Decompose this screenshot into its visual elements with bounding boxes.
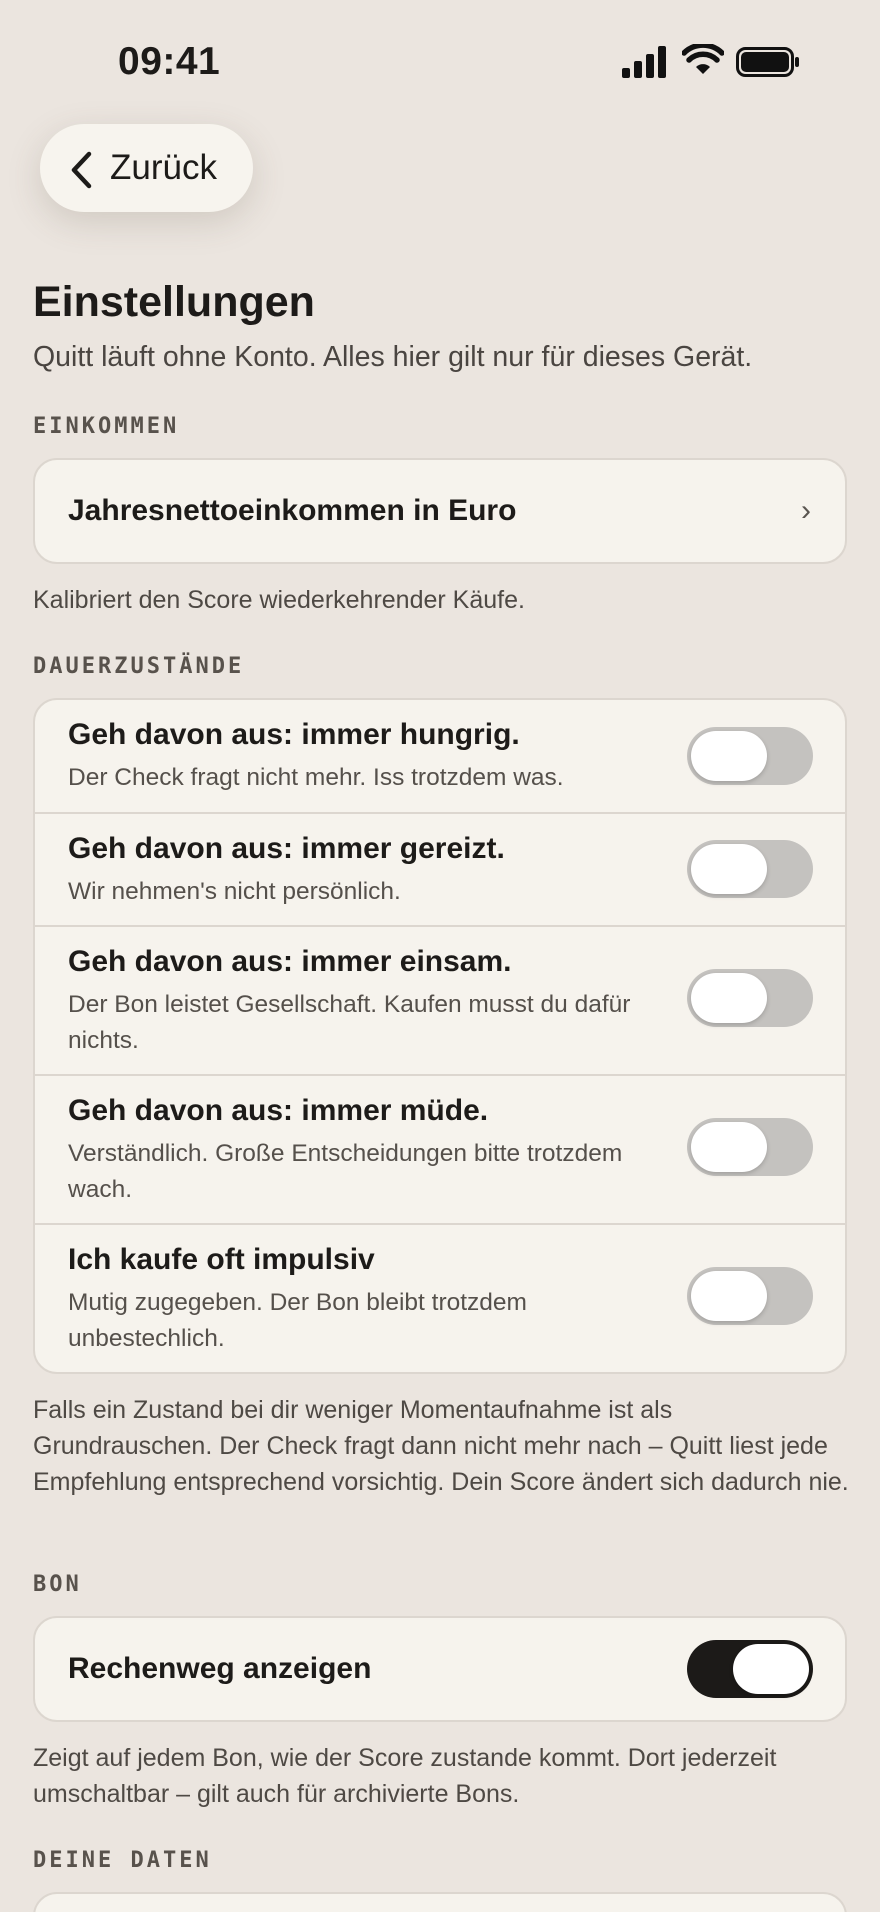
receipt-helper: Zeigt auf jedem Bon, wie der Score zusta… — [33, 1744, 777, 1808]
state-row-impulsive[interactable]: Ich kaufe oft impulsiv Mutig zugegeben. … — [35, 1223, 845, 1372]
states-helper: Falls ein Zustand bei dir weniger Moment… — [33, 1396, 849, 1496]
section-label-data: DEINE DATEN — [33, 1848, 212, 1873]
state-desc: Mutig zugegeben. Der Bon bleibt trotzdem… — [68, 1289, 527, 1352]
state-row-hungry[interactable]: Geh davon aus: immer hungrig. Der Check … — [35, 700, 845, 812]
page-title: Einstellungen — [33, 278, 315, 326]
state-row-tired[interactable]: Geh davon aus: immer müde. Verständlich.… — [35, 1074, 845, 1223]
states-card: Geh davon aus: immer hungrig. Der Check … — [33, 698, 847, 1374]
state-toggle-irritated[interactable] — [687, 840, 813, 898]
status-bar: 09:41 — [0, 0, 880, 130]
receipt-row[interactable]: Rechenweg anzeigen — [35, 1618, 845, 1720]
chevron-left-icon — [71, 151, 92, 189]
state-title: Ich kaufe oft impulsiv — [68, 1243, 375, 1276]
toggle-knob — [691, 731, 767, 781]
data-card — [33, 1892, 847, 1912]
section-label-receipt: BON — [33, 1572, 82, 1597]
state-title: Geh davon aus: immer müde. — [68, 1094, 489, 1127]
state-desc: Der Bon leistet Gesellschaft. Kaufen mus… — [68, 991, 631, 1054]
receipt-row-label: Rechenweg anzeigen — [68, 1652, 372, 1685]
state-row-lonely[interactable]: Geh davon aus: immer einsam. Der Bon lei… — [35, 925, 845, 1074]
state-toggle-tired[interactable] — [687, 1118, 813, 1176]
income-helper: Kalibriert den Score wiederkehrender Käu… — [33, 586, 525, 614]
state-desc: Verständlich. Große Entscheidungen bitte… — [68, 1140, 623, 1203]
state-toggle-lonely[interactable] — [687, 969, 813, 1027]
battery-icon — [736, 47, 799, 77]
section-label-income: EINKOMMEN — [33, 414, 180, 439]
section-label-states: DAUERZUSTÄNDE — [33, 654, 245, 679]
cellular-signal-icon — [622, 46, 666, 78]
toggle-knob — [691, 973, 767, 1023]
income-row[interactable]: Jahresnettoeinkommen in Euro › — [35, 460, 845, 562]
state-title: Geh davon aus: immer einsam. — [68, 945, 512, 978]
state-row-irritated[interactable]: Geh davon aus: immer gereizt. Wir nehmen… — [35, 812, 845, 925]
page-subtitle: Quitt läuft ohne Konto. Alles hier gilt … — [33, 341, 753, 373]
state-title: Geh davon aus: immer gereizt. — [68, 832, 505, 865]
toggle-knob — [733, 1644, 809, 1694]
state-toggle-hungry[interactable] — [687, 727, 813, 785]
chevron-right-icon: › — [801, 494, 811, 527]
income-card: Jahresnettoeinkommen in Euro › — [33, 458, 847, 564]
calculation-toggle[interactable] — [687, 1640, 813, 1698]
state-desc: Wir nehmen's nicht persönlich. — [68, 878, 401, 905]
status-time: 09:41 — [118, 40, 221, 83]
receipt-card: Rechenweg anzeigen — [33, 1616, 847, 1722]
income-row-label: Jahresnettoeinkommen in Euro — [68, 494, 517, 527]
state-title: Geh davon aus: immer hungrig. — [68, 718, 520, 751]
state-toggle-impulsive[interactable] — [687, 1267, 813, 1325]
back-button[interactable]: Zurück — [40, 124, 253, 212]
toggle-knob — [691, 1122, 767, 1172]
state-desc: Der Check fragt nicht mehr. Iss trotzdem… — [68, 764, 564, 791]
back-label: Zurück — [110, 148, 217, 187]
wifi-icon — [682, 44, 724, 74]
toggle-knob — [691, 1271, 767, 1321]
toggle-knob — [691, 844, 767, 894]
